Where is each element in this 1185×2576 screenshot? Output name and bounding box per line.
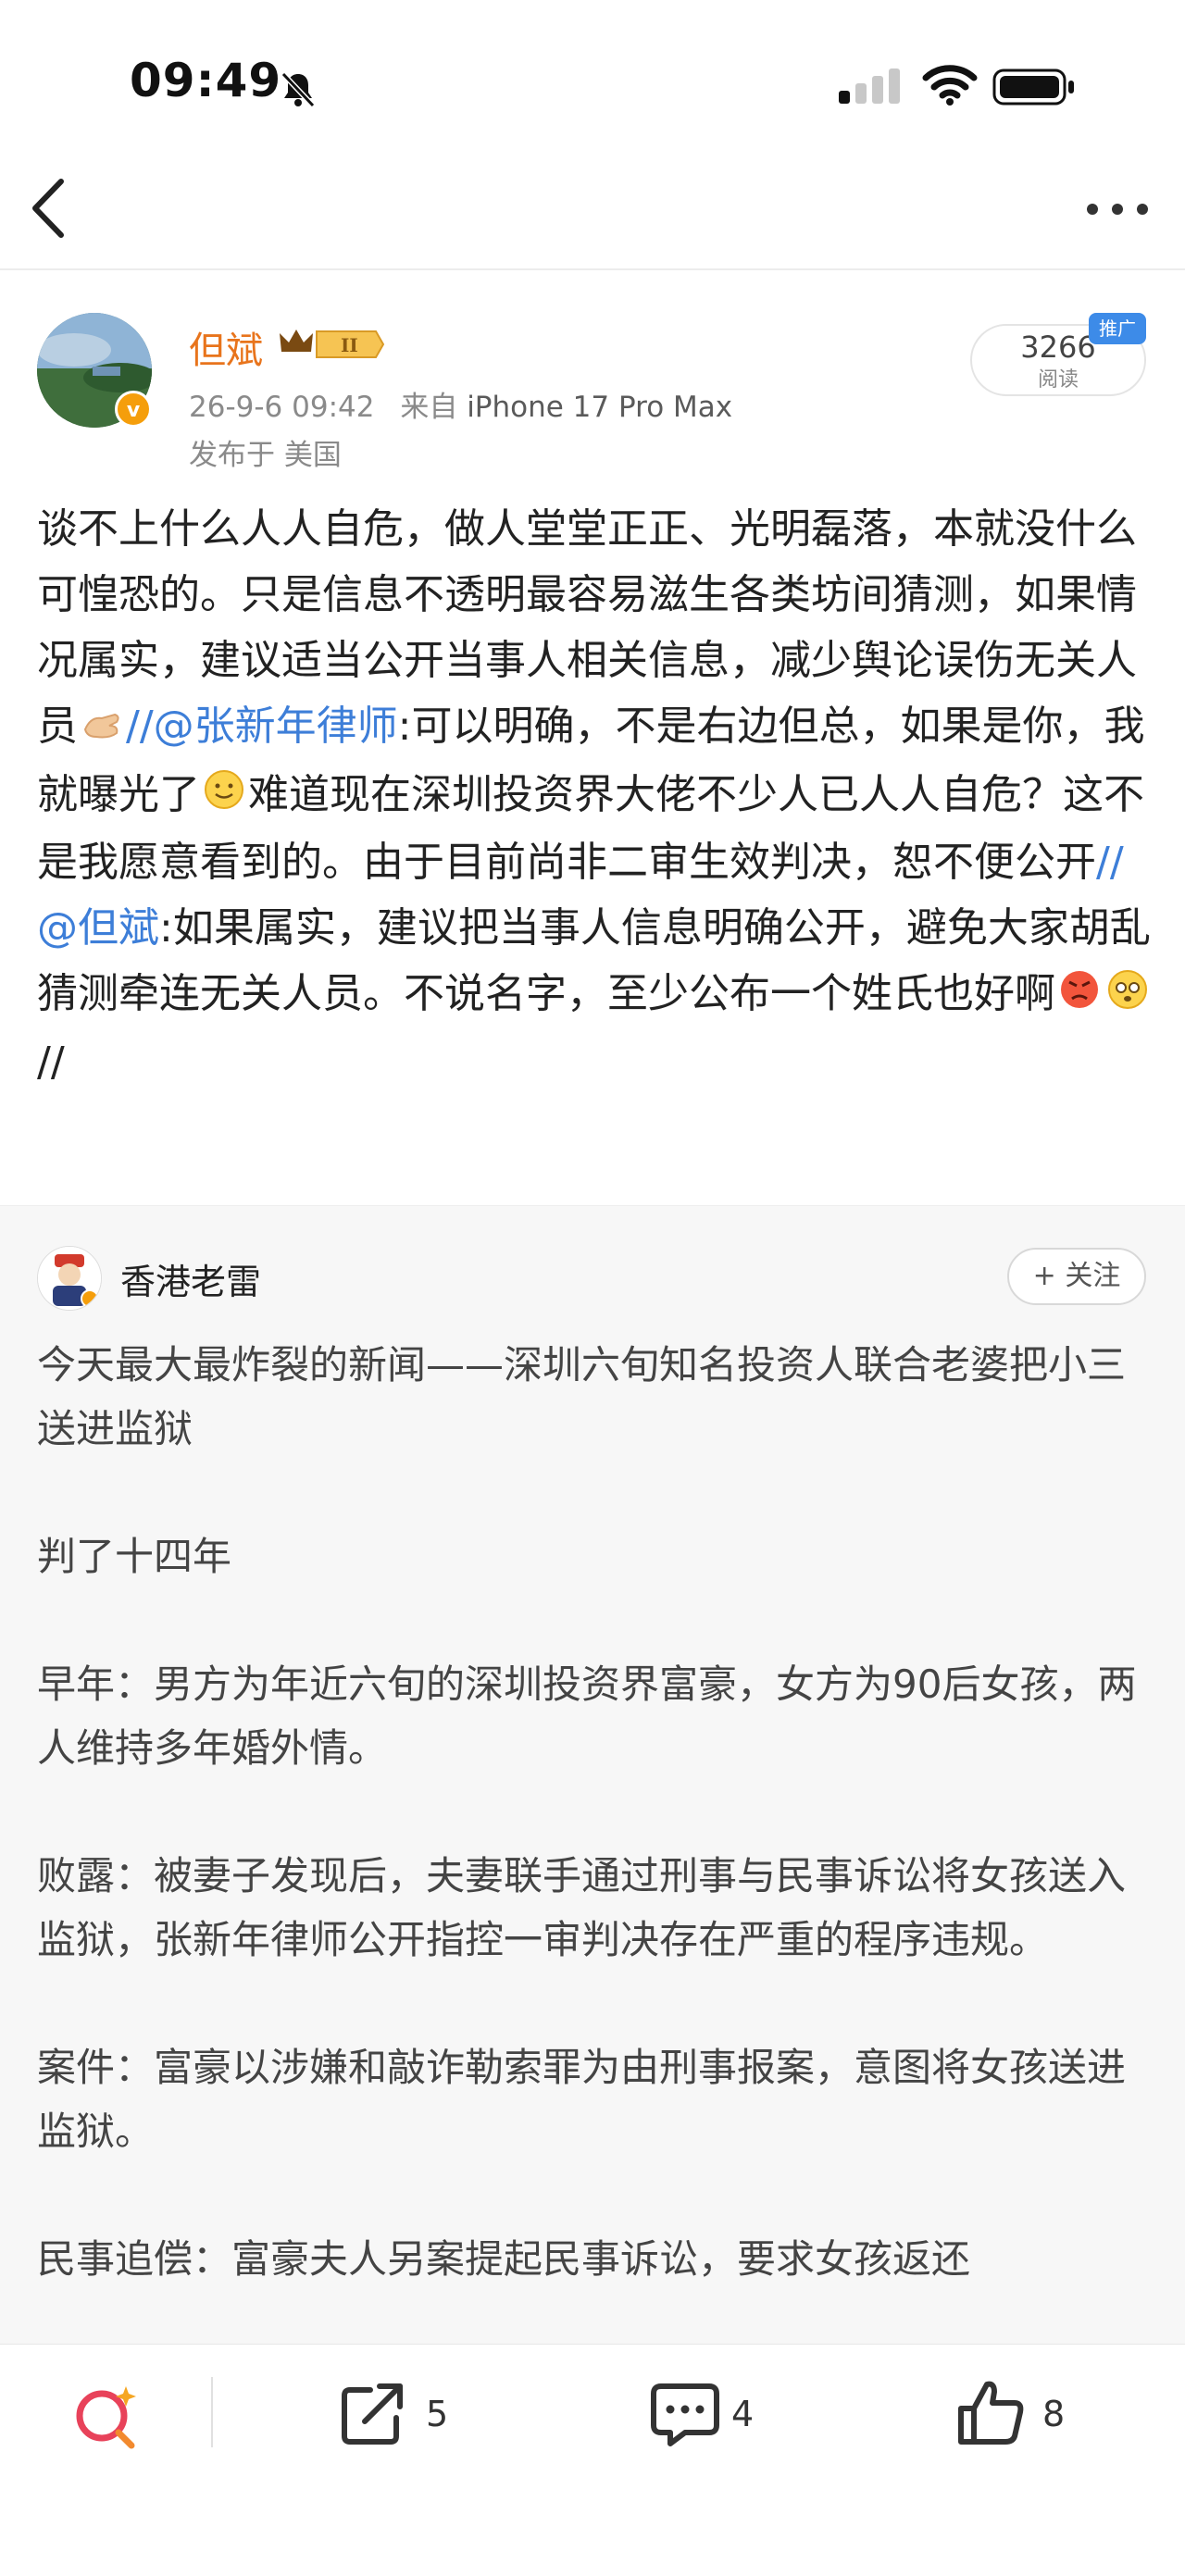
post-meta: 26-9-6 09:42 来自 iPhone 17 Pro Max: [189, 383, 732, 425]
promo-tag[interactable]: 推广: [1089, 313, 1146, 344]
mention-zhangxinnian[interactable]: //@张新年律师: [126, 703, 398, 750]
repost-icon[interactable]: [337, 2379, 411, 2453]
repost-paragraph: 今天最大最炸裂的新闻——深圳六旬知名投资人联合老婆把小三送进监狱: [37, 1342, 1127, 1451]
level-badge-text: II: [341, 334, 358, 356]
search-icon[interactable]: [70, 2381, 144, 2455]
post-body: 谈不上什么人人自危，做人堂堂正正、光明磊落，本就没什么可惶恐的。只是信息不透明最…: [37, 496, 1157, 1095]
hands-emoji: [81, 696, 122, 762]
source-prefix: 来自: [400, 391, 458, 424]
reads-label: 阅读: [1037, 368, 1079, 392]
post-location: 发布于 美国: [189, 439, 342, 472]
verified-badge: v: [115, 391, 152, 428]
repost-paragraph: 败露：被妻子发现后，夫妻联手通过刑事与民事诉讼将女孩送入监狱，张新年律师公开指控…: [37, 1853, 1127, 1962]
crown-icon[interactable]: II: [276, 324, 385, 368]
wifi-icon: [922, 63, 978, 111]
comment-icon[interactable]: [648, 2379, 722, 2453]
bell-slash-icon: [278, 68, 318, 113]
post-text-end: //: [37, 1038, 65, 1086]
repost-paragraph: 案件：富豪以涉嫌和敲诈勒索罪为由刑事报案，意图将女孩送进监狱。: [37, 2045, 1127, 2154]
smile-emoji: [204, 764, 244, 829]
nav-divider: [0, 268, 1185, 270]
back-icon[interactable]: [28, 176, 69, 244]
like-icon[interactable]: [954, 2375, 1028, 2453]
post-text-4: :如果属实，建议把当事人信息明确公开，避免大家胡乱猜测牵连无关人员。不说名字，至…: [37, 904, 1151, 1017]
post-date: 26-9-6 09:42: [189, 391, 375, 424]
repost-body: 今天最大最炸裂的新闻——深圳六旬知名投资人联合老婆把小三送进监狱 判了十四年 早…: [37, 1333, 1148, 2355]
toolbar-separator: [211, 2377, 213, 2447]
pleading-emoji: [1107, 964, 1148, 1029]
repost-count[interactable]: 5: [426, 2394, 448, 2434]
comment-count[interactable]: 4: [731, 2394, 754, 2434]
repost-paragraph: 早年：男方为年近六旬的深圳投资界富豪，女方为90后女孩，两人维持多年婚外情。: [37, 1661, 1137, 1771]
more-icon[interactable]: [1085, 202, 1150, 220]
status-time: 09:49: [130, 54, 282, 107]
angry-emoji: [1059, 964, 1100, 1029]
author-name[interactable]: 但斌: [189, 320, 263, 374]
battery-icon: [992, 68, 1076, 109]
repost-avatar[interactable]: [37, 1246, 102, 1311]
signal-icon: [839, 67, 904, 107]
repost-author-name[interactable]: 香港老雷: [120, 1253, 261, 1304]
repost-paragraph: 民事追偿：富豪夫人另案提起民事诉讼，要求女孩返还: [37, 2236, 971, 2282]
follow-button[interactable]: + 关注: [1007, 1248, 1146, 1305]
repost-paragraph: 判了十四年: [37, 1534, 232, 1579]
like-count[interactable]: 8: [1042, 2394, 1065, 2434]
device-name: iPhone 17 Pro Max: [467, 391, 733, 424]
